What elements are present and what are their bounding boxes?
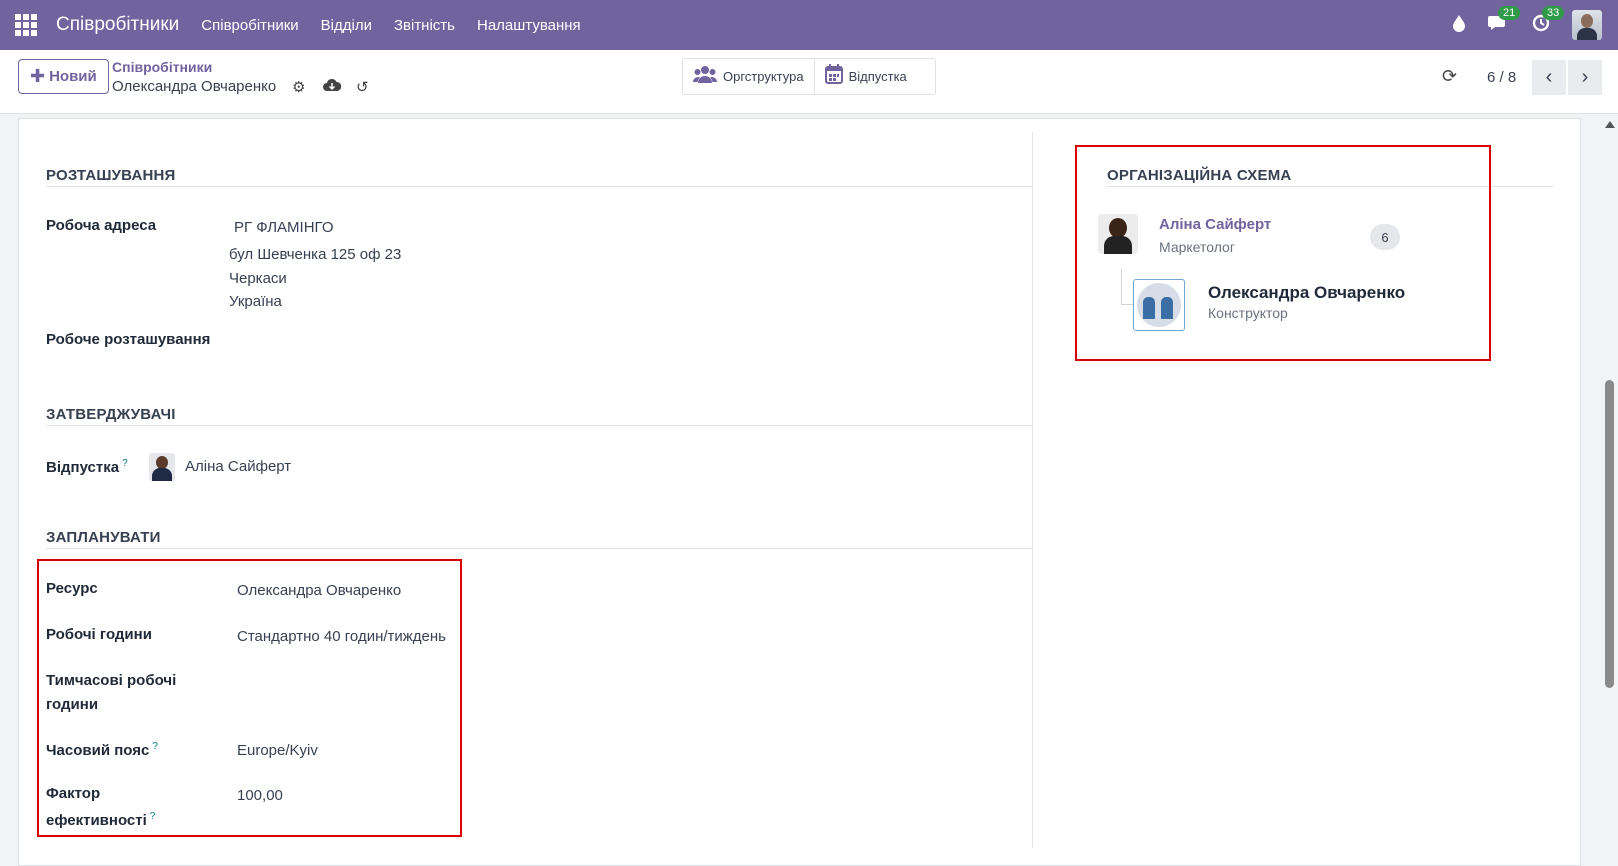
section-divider [46, 425, 1032, 426]
time-off-button-label: Відпустка [848, 69, 907, 84]
pager-next-button[interactable]: › [1568, 60, 1602, 95]
approver-avatar [149, 453, 175, 481]
work-address-label: Робоча адреса [46, 217, 157, 234]
cloud-save-icon[interactable] [323, 78, 342, 96]
activities-badge: 33 [1542, 5, 1565, 20]
time-off-approver-label-text: Відпустка [46, 459, 120, 476]
menu-item-departments[interactable]: Відділи [321, 17, 372, 34]
app-title[interactable]: Співробітники [56, 14, 179, 36]
scrollbar-thumb[interactable] [1605, 380, 1614, 688]
people-icon [693, 65, 717, 88]
work-location-label: Робоче розташування [46, 331, 211, 348]
breadcrumb-parent[interactable]: Співробітники [112, 59, 212, 75]
planning-section-title: ЗАПЛАНУВАТИ [46, 529, 161, 546]
help-icon[interactable]: ? [122, 458, 128, 469]
plus-icon: ✚ [30, 66, 46, 86]
user-avatar[interactable] [1572, 10, 1602, 40]
highlight-box-planning [37, 559, 462, 837]
discard-icon[interactable]: ↺ [356, 78, 369, 96]
time-off-approver-value[interactable]: Аліна Сайферт [185, 456, 291, 478]
work-address-city: Черкаси [229, 270, 287, 287]
calendar-icon [824, 64, 843, 89]
new-button[interactable]: ✚ Новий [18, 59, 109, 94]
main-menu: Співробітники Відділи Звітність Налаштув… [201, 17, 602, 34]
menu-item-reporting[interactable]: Звітність [394, 17, 455, 34]
work-address-street: бул Шевченка 125 оф 23 [229, 246, 402, 263]
chevron-right-icon: › [1581, 66, 1589, 88]
time-off-approver-label: Відпустка? [46, 452, 128, 480]
org-chart-button[interactable]: Оргструктура [683, 59, 814, 94]
messages-badge: 21 [1498, 5, 1521, 20]
approvers-section-title: ЗАТВЕРДЖУВАЧІ [46, 406, 176, 423]
refresh-icon[interactable]: ⟳ [1442, 66, 1457, 87]
new-button-label: Новий [49, 68, 97, 85]
messages-icon[interactable]: 21 [1488, 5, 1521, 37]
pager-previous-button[interactable]: ‹ [1532, 60, 1566, 95]
drop-icon[interactable] [1452, 14, 1466, 37]
menu-item-settings[interactable]: Налаштування [477, 17, 581, 34]
control-panel: ✚ Новий Співробітники Олександра Овчарен… [0, 50, 1618, 114]
section-divider [46, 548, 1032, 549]
work-address-country: Україна [229, 293, 282, 310]
work-address-company[interactable]: РГ ФЛАМІНГО [234, 217, 334, 239]
location-section-title: РОЗТАШУВАННЯ [46, 167, 176, 184]
time-off-button[interactable]: Відпустка [813, 59, 917, 94]
smart-buttons: Оргструктура Відпустка [682, 58, 936, 95]
top-navbar: Співробітники Співробітники Відділи Звіт… [0, 0, 1618, 50]
gear-icon[interactable]: ⚙ [292, 78, 305, 96]
systray: 21 33 [1430, 0, 1602, 50]
org-chart-button-label: Оргструктура [723, 69, 804, 84]
apps-menu-icon[interactable] [15, 14, 37, 36]
pager-value[interactable]: 6 / 8 [1487, 69, 1516, 86]
activities-clock-icon[interactable]: 33 [1532, 5, 1565, 37]
scroll-up-arrow-icon[interactable] [1605, 121, 1615, 128]
section-divider [46, 186, 1032, 187]
menu-item-employees[interactable]: Співробітники [201, 17, 298, 34]
highlight-box-org-chart [1075, 145, 1491, 361]
breadcrumb-current: Олександра Овчаренко [112, 78, 277, 95]
chevron-left-icon: ‹ [1545, 66, 1553, 88]
column-divider [1032, 132, 1033, 848]
